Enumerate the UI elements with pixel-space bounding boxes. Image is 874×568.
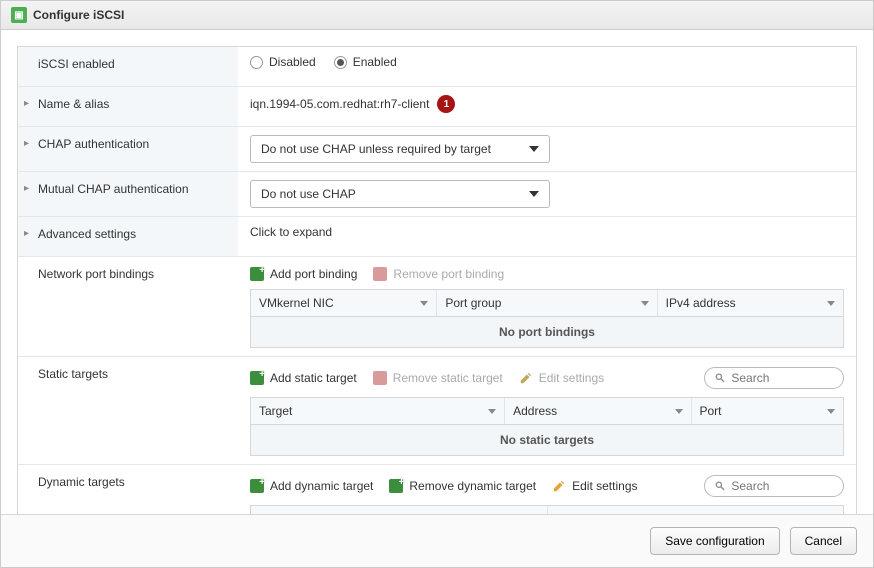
chap-select[interactable]: Do not use CHAP unless required by targe…	[250, 135, 550, 163]
chevron-down-icon	[420, 301, 428, 306]
dialog-titlebar[interactable]: ▣ Configure iSCSI	[1, 1, 873, 30]
col-vmkernel-nic[interactable]: VMkernel NIC	[251, 290, 437, 316]
dynamic-targets-grid: Address Port 3260	[250, 505, 844, 514]
expand-icon: ▸	[24, 137, 34, 151]
col-port[interactable]: Port	[692, 398, 844, 424]
pencil-icon	[519, 371, 533, 385]
dialog-footer: Save configuration Cancel	[1, 514, 873, 567]
row-static-targets: Static targets Add static target Remove …	[18, 357, 856, 465]
label-dynamic-targets: Dynamic targets	[18, 465, 238, 514]
row-mutual-chap: ▸ Mutual CHAP authentication Do not use …	[18, 172, 856, 217]
add-dynamic-target-button[interactable]: Add dynamic target	[250, 479, 373, 493]
iscsi-icon: ▣	[11, 7, 27, 23]
dynamic-targets-search[interactable]	[704, 475, 844, 497]
edit-static-target-button: Edit settings	[519, 371, 604, 385]
radio-enabled[interactable]: Enabled	[334, 55, 397, 69]
add-icon	[250, 371, 264, 385]
search-icon	[715, 480, 725, 492]
row-dynamic-targets: Dynamic targets Add dynamic target Remov…	[18, 465, 856, 514]
expand-icon: ▸	[24, 182, 34, 196]
label-name-alias[interactable]: ▸ Name & alias	[18, 87, 238, 126]
row-iscsi-enabled: iSCSI enabled Disabled Enabled	[18, 47, 856, 87]
col-target[interactable]: Target	[251, 398, 505, 424]
chevron-down-icon	[827, 409, 835, 414]
search-icon	[715, 372, 725, 384]
static-targets-empty: No static targets	[251, 425, 843, 455]
chevron-down-icon	[827, 301, 835, 306]
edit-dynamic-target-button[interactable]: Edit settings	[552, 479, 637, 493]
row-name-alias: ▸ Name & alias iqn.1994-05.com.redhat:rh…	[18, 87, 856, 127]
chevron-down-icon	[529, 146, 539, 152]
cancel-button[interactable]: Cancel	[790, 527, 857, 555]
label-mutual-chap[interactable]: ▸ Mutual CHAP authentication	[18, 172, 238, 216]
port-bindings-empty: No port bindings	[251, 317, 843, 347]
port-bindings-toolbar: Add port binding Remove port binding	[250, 265, 844, 283]
remove-static-target-button: Remove static target	[373, 371, 503, 385]
remove-icon	[389, 479, 403, 493]
save-configuration-button[interactable]: Save configuration	[650, 527, 779, 555]
col-port-group[interactable]: Port group	[437, 290, 657, 316]
dynamic-targets-toolbar: Add dynamic target Remove dynamic target…	[250, 473, 844, 499]
chevron-down-icon	[641, 301, 649, 306]
port-bindings-grid: VMkernel NIC Port group IPv4 address No …	[250, 289, 844, 348]
static-targets-grid: Target Address Port No static targets	[250, 397, 844, 456]
remove-icon	[373, 267, 387, 281]
label-chap[interactable]: ▸ CHAP authentication	[18, 127, 238, 171]
static-targets-search-input[interactable]	[731, 371, 833, 385]
col-ipv4-address[interactable]: IPv4 address	[658, 290, 843, 316]
row-chap: ▸ CHAP authentication Do not use CHAP un…	[18, 127, 856, 172]
label-advanced[interactable]: ▸ Advanced settings	[18, 217, 238, 256]
add-port-binding-button[interactable]: Add port binding	[250, 267, 357, 281]
expand-icon: ▸	[24, 227, 34, 241]
settings-panel: iSCSI enabled Disabled Enabled	[17, 46, 857, 514]
static-targets-search[interactable]	[704, 367, 844, 389]
iscsi-enabled-radio-group: Disabled Enabled	[250, 55, 844, 69]
add-static-target-button[interactable]: Add static target	[250, 371, 357, 385]
static-targets-toolbar: Add static target Remove static target E…	[250, 365, 844, 391]
name-alias-value: iqn.1994-05.com.redhat:rh7-client	[250, 97, 429, 111]
name-alias-badge: 1	[437, 95, 455, 113]
expand-icon: ▸	[24, 97, 34, 111]
advanced-hint[interactable]: Click to expand	[250, 225, 844, 239]
chevron-down-icon	[675, 409, 683, 414]
col-address[interactable]: Address	[251, 506, 548, 514]
remove-port-binding-button: Remove port binding	[373, 267, 504, 281]
chevron-down-icon	[529, 191, 539, 197]
dialog-title: Configure iSCSI	[33, 8, 124, 22]
dialog-body: iSCSI enabled Disabled Enabled	[1, 30, 873, 514]
row-advanced: ▸ Advanced settings Click to expand	[18, 217, 856, 257]
radio-disabled[interactable]: Disabled	[250, 55, 316, 69]
pencil-icon	[552, 479, 566, 493]
label-static-targets: Static targets	[18, 357, 238, 464]
label-iscsi-enabled: iSCSI enabled	[18, 47, 238, 86]
label-port-bindings: Network port bindings	[18, 257, 238, 356]
remove-dynamic-target-button[interactable]: Remove dynamic target	[389, 479, 536, 493]
row-port-bindings: Network port bindings Add port binding R…	[18, 257, 856, 357]
col-address[interactable]: Address	[505, 398, 691, 424]
add-icon	[250, 479, 264, 493]
add-icon	[250, 267, 264, 281]
col-port[interactable]: Port	[548, 506, 844, 514]
remove-icon	[373, 371, 387, 385]
dynamic-targets-search-input[interactable]	[731, 479, 833, 493]
chevron-down-icon	[488, 409, 496, 414]
configure-iscsi-dialog: ▣ Configure iSCSI iSCSI enabled Disabled	[0, 0, 874, 568]
mutual-chap-select[interactable]: Do not use CHAP	[250, 180, 550, 208]
